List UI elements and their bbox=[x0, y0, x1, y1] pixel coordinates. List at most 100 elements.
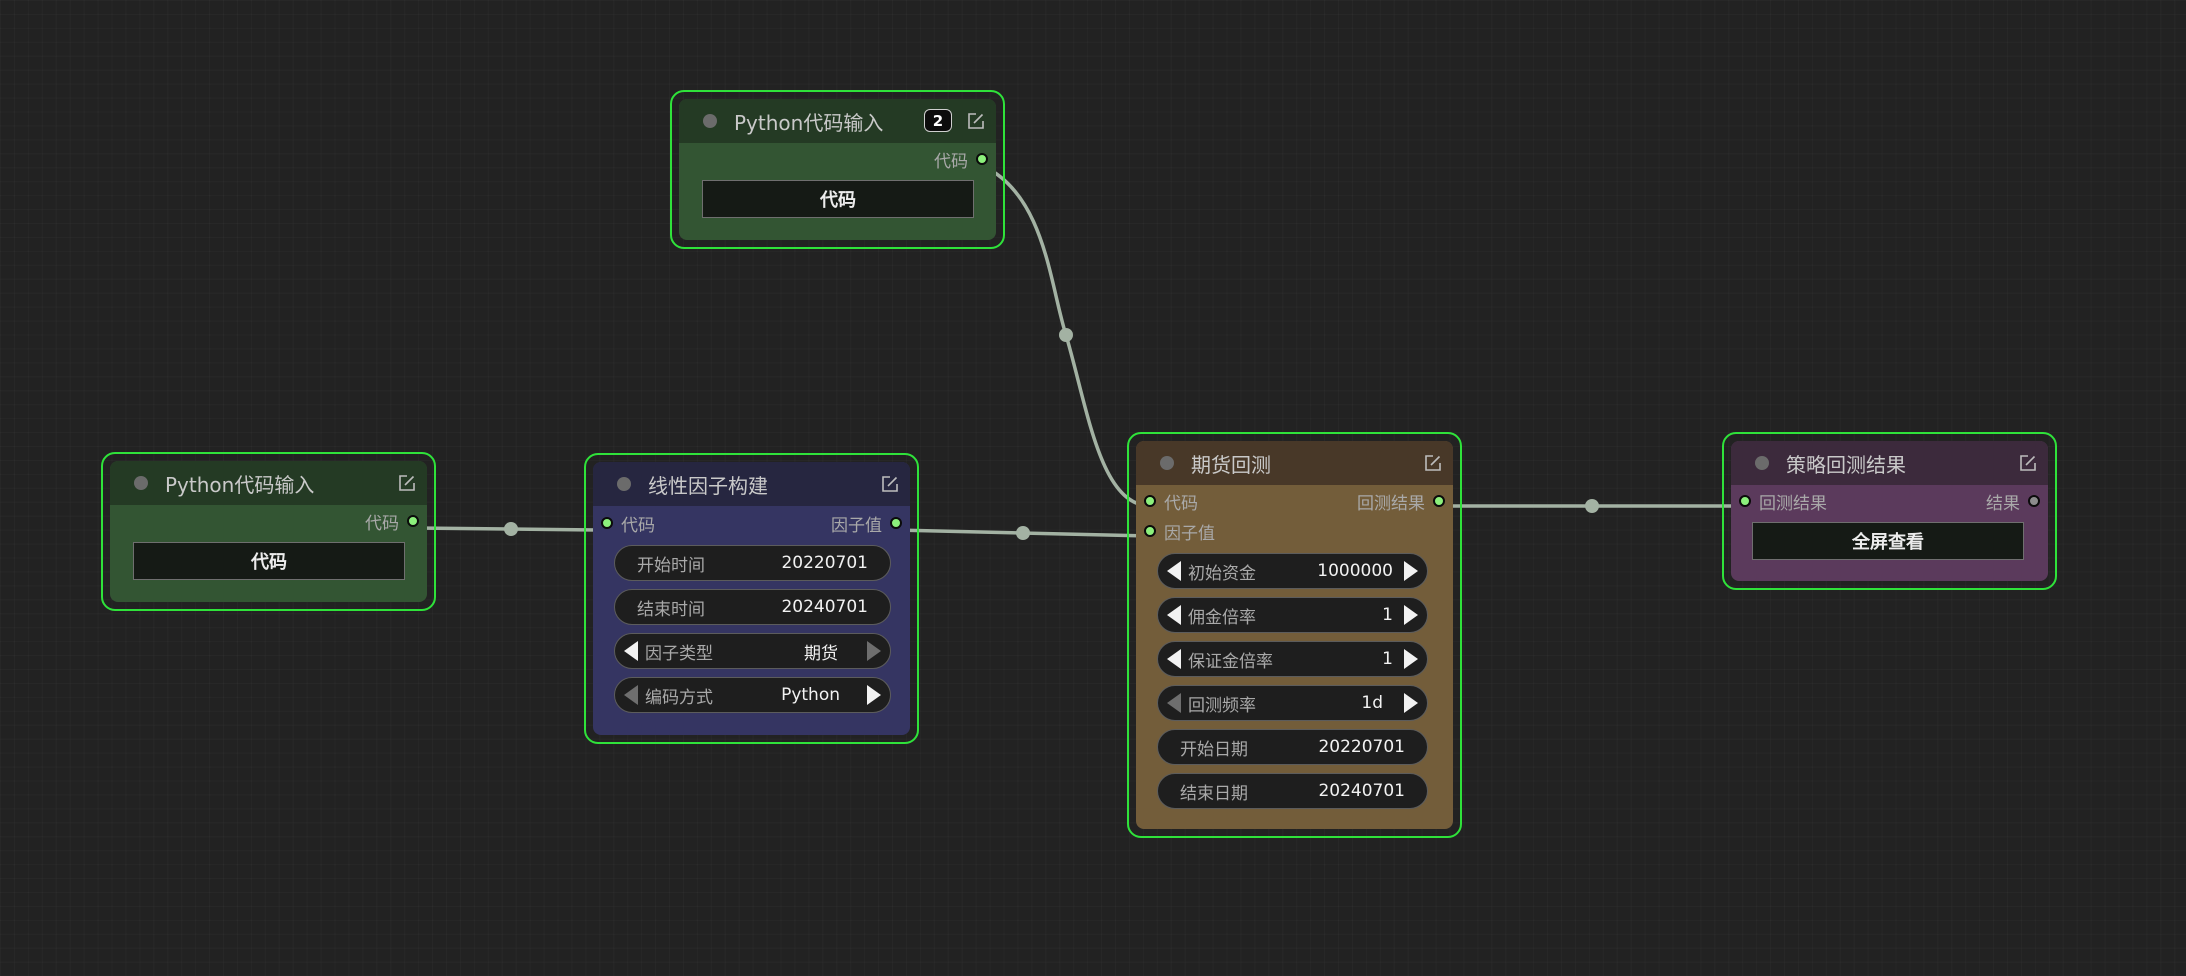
input-slot-code[interactable]: 代码 bbox=[601, 508, 655, 538]
field-value: 1000000 bbox=[1317, 561, 1393, 581]
output-pin[interactable] bbox=[407, 515, 419, 527]
increment-arrow-icon[interactable] bbox=[1404, 605, 1418, 625]
factor-type-combo[interactable]: 因子类型 期货 bbox=[614, 633, 891, 669]
wire-midpoint-handle bbox=[504, 522, 518, 536]
field-value: 1d bbox=[1361, 693, 1383, 713]
node-header[interactable]: Python代码输入 2 bbox=[679, 99, 996, 143]
decrement-arrow-icon[interactable] bbox=[1167, 649, 1181, 669]
decrement-arrow-icon[interactable] bbox=[1167, 561, 1181, 581]
increment-arrow-icon[interactable] bbox=[1404, 693, 1418, 713]
decrement-arrow-icon[interactable] bbox=[1167, 605, 1181, 625]
input-label: 回测结果 bbox=[1759, 493, 1827, 514]
encoding-method-combo[interactable]: 编码方式 Python bbox=[614, 677, 891, 713]
node-title: 线性因子构建 bbox=[648, 473, 768, 498]
node-header[interactable]: 线性因子构建 bbox=[593, 462, 910, 506]
code-button[interactable]: 代码 bbox=[702, 180, 974, 218]
input-label: 代码 bbox=[621, 515, 655, 536]
input-pin[interactable] bbox=[601, 517, 613, 529]
input-slot-factor-value[interactable]: 因子值 bbox=[1144, 516, 1215, 546]
field-value: 1 bbox=[1382, 605, 1393, 625]
node-count-badge: 2 bbox=[924, 109, 952, 132]
node-header[interactable]: Python代码输入 bbox=[110, 461, 427, 505]
node-strategy-backtest-result[interactable]: 策略回测结果 回测结果 结果 全屏查看 bbox=[1722, 432, 2057, 590]
output-slot-result[interactable]: 结果 bbox=[1986, 486, 2040, 516]
output-pin[interactable] bbox=[2028, 495, 2040, 507]
node-canvas[interactable]: Python代码输入 代码 代码 Python代码输入 2 代码 代码 线性因子… bbox=[0, 0, 2186, 976]
fullscreen-view-button[interactable]: 全屏查看 bbox=[1752, 522, 2024, 560]
increment-arrow-icon[interactable] bbox=[867, 641, 881, 661]
node-python-code-input-1[interactable]: Python代码输入 代码 代码 bbox=[101, 452, 436, 611]
node-status-dot[interactable] bbox=[1160, 456, 1174, 470]
edit-icon[interactable] bbox=[966, 111, 986, 131]
node-title: 期货回测 bbox=[1191, 452, 1271, 477]
increment-arrow-icon[interactable] bbox=[867, 685, 881, 705]
field-value: 20240701 bbox=[781, 597, 868, 617]
node-header[interactable]: 期货回测 bbox=[1136, 441, 1453, 485]
end-time-field[interactable]: 结束时间 20240701 bbox=[614, 589, 891, 625]
start-date-field[interactable]: 开始日期 20220701 bbox=[1157, 729, 1428, 765]
output-pin[interactable] bbox=[976, 153, 988, 165]
node-title: 策略回测结果 bbox=[1786, 452, 1906, 477]
increment-arrow-icon[interactable] bbox=[1404, 649, 1418, 669]
input-pin[interactable] bbox=[1144, 525, 1156, 537]
field-label: 编码方式 bbox=[645, 687, 713, 708]
output-label: 结果 bbox=[1986, 493, 2020, 514]
input-pin[interactable] bbox=[1739, 495, 1751, 507]
input-slot-code[interactable]: 代码 bbox=[1144, 486, 1198, 516]
wire-midpoint-handle bbox=[1585, 499, 1599, 513]
node-python-code-input-2[interactable]: Python代码输入 2 代码 代码 bbox=[670, 90, 1005, 249]
field-label: 保证金倍率 bbox=[1188, 651, 1273, 672]
output-pin[interactable] bbox=[1433, 495, 1445, 507]
field-value: 20220701 bbox=[1318, 737, 1405, 757]
node-futures-backtest[interactable]: 期货回测 代码 回测结果 因子值 初始资金 1000000 佣金倍率 1 保证金… bbox=[1127, 432, 1462, 838]
wire-midpoint-handle bbox=[1059, 328, 1073, 342]
node-linear-factor-build[interactable]: 线性因子构建 代码 因子值 开始时间 20220701 结束时间 2024070… bbox=[584, 453, 919, 744]
node-status-dot[interactable] bbox=[1755, 456, 1769, 470]
node-header[interactable]: 策略回测结果 bbox=[1731, 441, 2048, 485]
output-slot-backtest-result[interactable]: 回测结果 bbox=[1357, 486, 1445, 516]
code-button[interactable]: 代码 bbox=[133, 542, 405, 580]
edit-icon[interactable] bbox=[1423, 453, 1443, 473]
backtest-frequency-combo[interactable]: 回测频率 1d bbox=[1157, 685, 1428, 721]
node-title: Python代码输入 bbox=[734, 110, 884, 135]
edit-icon[interactable] bbox=[2018, 453, 2038, 473]
decrement-arrow-icon[interactable] bbox=[1167, 693, 1181, 713]
field-label: 结束时间 bbox=[637, 599, 705, 620]
field-label: 回测频率 bbox=[1188, 695, 1256, 716]
output-label: 回测结果 bbox=[1357, 493, 1425, 514]
output-label: 代码 bbox=[934, 151, 968, 172]
field-label: 因子类型 bbox=[645, 643, 713, 664]
node-status-dot[interactable] bbox=[703, 114, 717, 128]
field-label: 佣金倍率 bbox=[1188, 607, 1256, 628]
edit-icon[interactable] bbox=[397, 473, 417, 493]
input-slot-backtest-result[interactable]: 回测结果 bbox=[1739, 486, 1827, 516]
output-label: 因子值 bbox=[831, 515, 882, 536]
output-label: 代码 bbox=[365, 513, 399, 534]
field-label: 结束日期 bbox=[1180, 783, 1248, 804]
wire-python1-to-factor bbox=[413, 526, 599, 532]
decrement-arrow-icon[interactable] bbox=[624, 641, 638, 661]
edit-icon[interactable] bbox=[880, 474, 900, 494]
initial-capital-field[interactable]: 初始资金 1000000 bbox=[1157, 553, 1428, 589]
output-slot-code[interactable]: 代码 bbox=[934, 144, 988, 174]
end-date-field[interactable]: 结束日期 20240701 bbox=[1157, 773, 1428, 809]
input-pin[interactable] bbox=[1144, 495, 1156, 507]
node-status-dot[interactable] bbox=[617, 477, 631, 491]
output-slot-factor-value[interactable]: 因子值 bbox=[831, 508, 902, 538]
node-status-dot[interactable] bbox=[134, 476, 148, 490]
start-time-field[interactable]: 开始时间 20220701 bbox=[614, 545, 891, 581]
field-label: 开始时间 bbox=[637, 555, 705, 576]
margin-multiplier-field[interactable]: 保证金倍率 1 bbox=[1157, 641, 1428, 677]
input-label: 因子值 bbox=[1164, 523, 1215, 544]
field-value: 20220701 bbox=[781, 553, 868, 573]
output-pin[interactable] bbox=[890, 517, 902, 529]
output-slot-code[interactable]: 代码 bbox=[365, 506, 419, 536]
field-value: 1 bbox=[1382, 649, 1393, 669]
wire-midpoint-handle bbox=[1016, 526, 1030, 540]
wire-factor-to-backtest bbox=[894, 528, 1151, 538]
field-value: 期货 bbox=[804, 643, 838, 664]
decrement-arrow-icon[interactable] bbox=[624, 685, 638, 705]
commission-multiplier-field[interactable]: 佣金倍率 1 bbox=[1157, 597, 1428, 633]
field-label: 开始日期 bbox=[1180, 739, 1248, 760]
increment-arrow-icon[interactable] bbox=[1404, 561, 1418, 581]
